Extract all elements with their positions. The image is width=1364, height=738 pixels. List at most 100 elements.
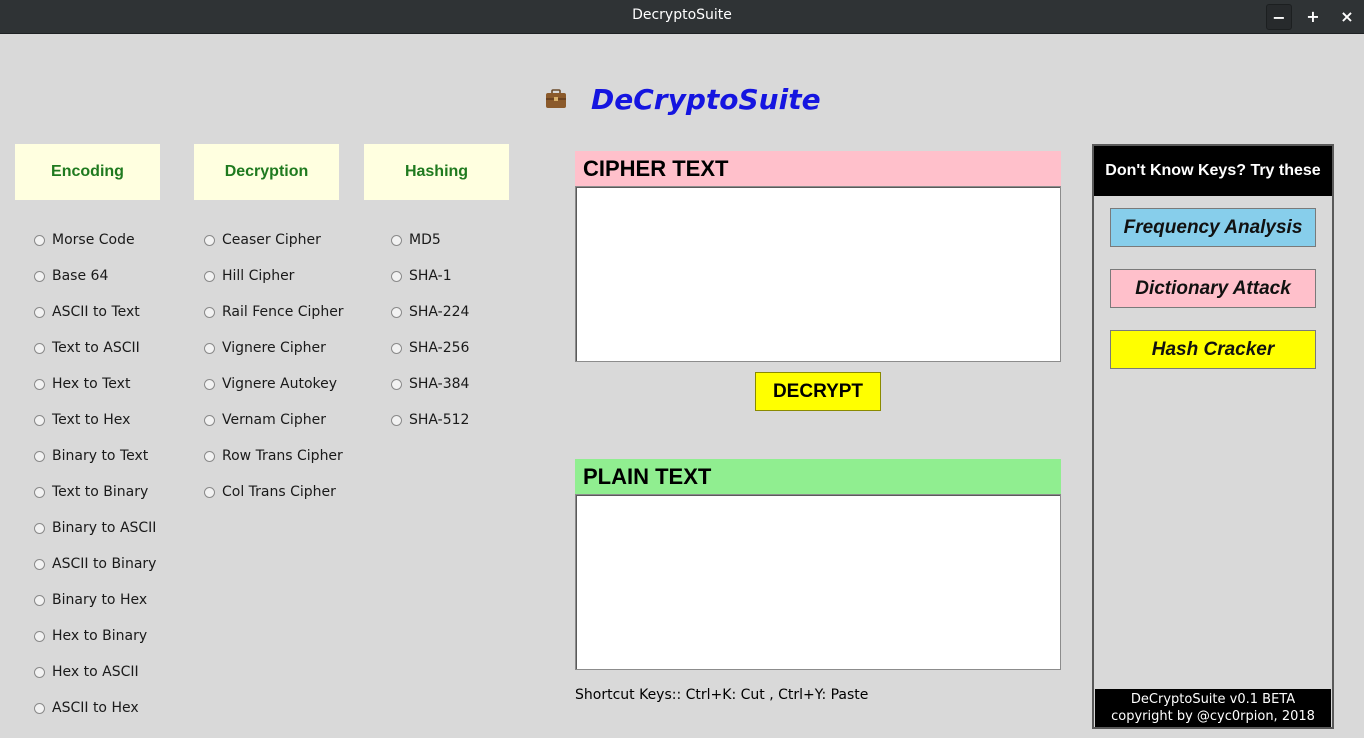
hashing-option[interactable]: MD5 <box>391 230 441 250</box>
radio-button[interactable] <box>391 378 402 390</box>
decryption-option-label: Row Trans Cipher <box>222 448 343 464</box>
encoding-option[interactable]: Base 64 <box>34 266 108 286</box>
encoding-option-label: Base 64 <box>52 268 109 284</box>
radio-button[interactable] <box>34 522 45 534</box>
radio-button[interactable] <box>204 270 215 282</box>
encoding-option[interactable]: Binary to ASCII <box>34 518 156 538</box>
encoding-option-label: Binary to Hex <box>52 592 148 608</box>
radio-button[interactable] <box>34 342 45 354</box>
decryption-option[interactable]: Vignere Cipher <box>204 338 326 358</box>
radio-button[interactable] <box>391 342 402 354</box>
radio-button[interactable] <box>204 234 215 246</box>
hashing-option-label: SHA-1 <box>409 268 452 284</box>
radio-button[interactable] <box>34 270 45 282</box>
encoding-option-label: ASCII to Hex <box>52 700 139 716</box>
radio-button[interactable] <box>34 306 45 318</box>
encoding-option-label: Text to Binary <box>52 484 149 500</box>
encoding-option-label: Text to ASCII <box>52 340 140 356</box>
decryption-category-button[interactable]: Decryption <box>194 144 339 200</box>
radio-button[interactable] <box>204 414 215 426</box>
radio-button[interactable] <box>391 306 402 318</box>
encoding-option[interactable]: Text to ASCII <box>34 338 140 358</box>
encoding-option-label: Hex to Binary <box>52 628 148 644</box>
encoding-option-label: Hex to ASCII <box>52 664 139 680</box>
encoding-option[interactable]: ASCII to Hex <box>34 698 139 718</box>
briefcase-icon <box>546 89 566 108</box>
frequency-analysis-button[interactable]: Frequency Analysis <box>1110 208 1316 247</box>
encoding-option-label: Hex to Text <box>52 376 131 392</box>
radio-button[interactable] <box>34 666 45 678</box>
encoding-option[interactable]: ASCII to Binary <box>34 554 156 574</box>
plain-text-output[interactable] <box>575 494 1061 670</box>
window-title: DecryptoSuite <box>632 7 732 23</box>
radio-button[interactable] <box>34 558 45 570</box>
minimize-button[interactable]: − <box>1266 4 1292 30</box>
decryption-option[interactable]: Vignere Autokey <box>204 374 337 394</box>
version-footer: DeCryptoSuite v0.1 BETA copyright by @cy… <box>1095 689 1331 727</box>
decryption-option-label: Vignere Autokey <box>222 376 338 392</box>
radio-button[interactable] <box>34 594 45 606</box>
radio-button[interactable] <box>34 234 45 246</box>
dictionary-attack-button[interactable]: Dictionary Attack <box>1110 269 1316 308</box>
encoding-option[interactable]: Text to Hex <box>34 410 130 430</box>
encoding-option[interactable]: Hex to ASCII <box>34 662 139 682</box>
radio-button[interactable] <box>34 450 45 462</box>
decryption-option[interactable]: Vernam Cipher <box>204 410 326 430</box>
decryption-option[interactable]: Hill Cipher <box>204 266 294 286</box>
decryption-option[interactable]: Rail Fence Cipher <box>204 302 344 322</box>
radio-button[interactable] <box>204 378 215 390</box>
hashing-option-label: SHA-512 <box>409 412 470 428</box>
radio-button[interactable] <box>34 702 45 714</box>
decryption-option[interactable]: Col Trans Cipher <box>204 482 336 502</box>
maximize-button[interactable]: + <box>1300 4 1326 30</box>
hashing-option[interactable]: SHA-1 <box>391 266 452 286</box>
cipher-text-label: CIPHER TEXT <box>583 156 729 181</box>
encoding-option-label: Binary to Text <box>52 448 149 464</box>
encoding-option-label: Text to Hex <box>52 412 131 428</box>
decryption-option[interactable]: Row Trans Cipher <box>204 446 343 466</box>
encoding-option[interactable]: Hex to Text <box>34 374 130 394</box>
version-label: DeCryptoSuite v0.1 BETA <box>1130 692 1296 707</box>
decryption-option-label: Ceaser Cipher <box>222 232 321 248</box>
radio-button[interactable] <box>34 630 45 642</box>
app-title: DeCryptoSuite <box>591 83 821 116</box>
encoding-option-label: Binary to ASCII <box>52 520 157 536</box>
decryption-option-label: Col Trans Cipher <box>222 484 336 500</box>
encoding-option[interactable]: Binary to Hex <box>34 590 147 610</box>
encoding-category-button[interactable]: Encoding <box>15 144 160 200</box>
decryption-option-label: Hill Cipher <box>222 268 295 284</box>
hashing-option[interactable]: SHA-512 <box>391 410 469 430</box>
hashing-option-label: SHA-384 <box>409 376 470 392</box>
encoding-option[interactable]: Hex to Binary <box>34 626 147 646</box>
hashing-option[interactable]: SHA-224 <box>391 302 469 322</box>
hashing-option[interactable]: SHA-256 <box>391 338 469 358</box>
decryption-option-label: Vernam Cipher <box>222 412 326 428</box>
hashing-category-button[interactable]: Hashing <box>364 144 509 200</box>
key-tools-header: Don't Know Keys? Try these <box>1094 146 1332 196</box>
radio-button[interactable] <box>391 414 402 426</box>
window-titlebar: DecryptoSuite − + × <box>0 0 1364 34</box>
encoding-option[interactable]: Morse Code <box>34 230 135 250</box>
radio-button[interactable] <box>204 450 215 462</box>
radio-button[interactable] <box>391 234 402 246</box>
radio-button[interactable] <box>34 486 45 498</box>
radio-button[interactable] <box>204 342 215 354</box>
hashing-option[interactable]: SHA-384 <box>391 374 469 394</box>
radio-button[interactable] <box>34 414 45 426</box>
close-button[interactable]: × <box>1334 4 1360 30</box>
encoding-option[interactable]: Text to Binary <box>34 482 148 502</box>
cipher-text-input[interactable] <box>575 186 1061 362</box>
encoding-option[interactable]: ASCII to Text <box>34 302 140 322</box>
radio-button[interactable] <box>34 378 45 390</box>
plain-text-label: PLAIN TEXT <box>583 464 712 489</box>
encoding-option-label: Morse Code <box>52 232 135 248</box>
radio-button[interactable] <box>204 306 215 318</box>
encoding-option[interactable]: Binary to Text <box>34 446 148 466</box>
decryption-option[interactable]: Ceaser Cipher <box>204 230 321 250</box>
cipher-text-header: CIPHER TEXT <box>575 151 1061 187</box>
decrypt-button[interactable]: DECRYPT <box>755 372 881 411</box>
shortcut-keys-hint: Shortcut Keys:: Ctrl+K: Cut , Ctrl+Y: Pa… <box>575 687 869 703</box>
radio-button[interactable] <box>391 270 402 282</box>
hash-cracker-button[interactable]: Hash Cracker <box>1110 330 1316 369</box>
radio-button[interactable] <box>204 486 215 498</box>
